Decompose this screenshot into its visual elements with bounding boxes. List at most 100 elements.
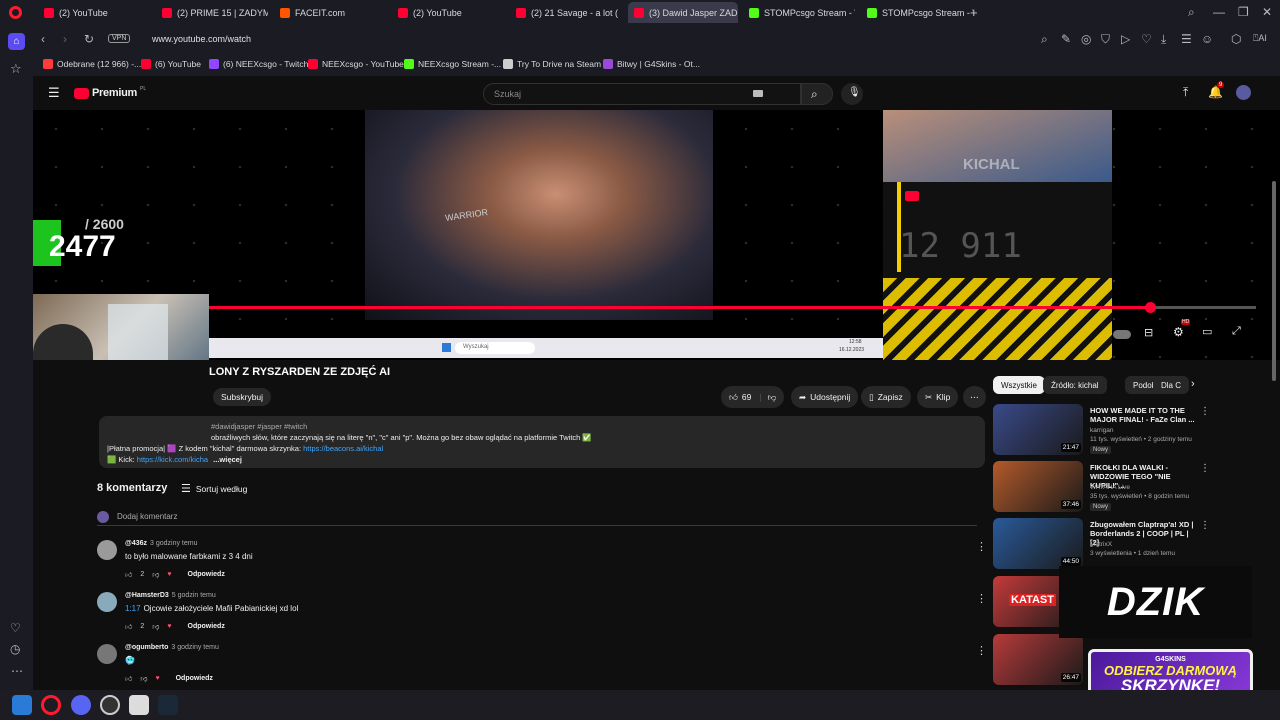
comment-menu-icon[interactable]: ⋮ bbox=[976, 644, 987, 657]
bookmark-item[interactable]: Bitwy | G4Skins - Ot... bbox=[603, 59, 700, 69]
comment-time[interactable]: 3 godziny temu bbox=[171, 644, 218, 651]
menu-icon[interactable]: ☰ bbox=[1181, 32, 1192, 46]
browser-tab[interactable]: (2) YouTube bbox=[392, 2, 504, 23]
recommended-video[interactable]: 44:50 Zbugowałem Claptrap'a! XD | Borderl… bbox=[993, 518, 1213, 570]
comment-author[interactable]: @436z bbox=[125, 540, 147, 547]
comment-dislike-icon[interactable]: 👎︎ bbox=[152, 622, 159, 631]
star-icon[interactable]: ☆ bbox=[10, 61, 22, 77]
browser-tab[interactable]: (2) 21 Savage - a lot ( bbox=[510, 2, 622, 23]
new-tab-button[interactable]: + bbox=[970, 5, 978, 20]
comment-dislike-icon[interactable]: 👎︎ bbox=[140, 674, 147, 683]
theater-mode-icon[interactable]: ▭ bbox=[1202, 325, 1212, 338]
subtitles-icon[interactable]: ⊟ bbox=[1144, 326, 1153, 339]
discord-taskbar-icon[interactable] bbox=[71, 695, 91, 715]
history-icon[interactable]: ◷ bbox=[10, 642, 20, 656]
minimize-icon[interactable]: — bbox=[1213, 5, 1225, 19]
filter-chip[interactable]: Źródło: kichal bbox=[1043, 376, 1107, 394]
bookmark-item[interactable]: NEEXcsgo - YouTube bbox=[308, 59, 404, 69]
home-icon[interactable]: ⌂ bbox=[8, 33, 25, 50]
autoplay-toggle[interactable] bbox=[1113, 330, 1131, 339]
upload-icon[interactable]: ⤒ bbox=[1183, 85, 1188, 100]
kick-link[interactable]: https://kick.com/kicha bbox=[137, 455, 208, 464]
video-thumbnail[interactable]: 37:46 bbox=[993, 461, 1083, 512]
comment-like-icon[interactable]: 👍︎ bbox=[125, 674, 132, 683]
comment-like-icon[interactable]: 👍︎ bbox=[125, 570, 132, 579]
browser-tab[interactable]: (2) PRIME 15 | ZADYMA bbox=[156, 2, 268, 23]
comment-menu-icon[interactable]: ⋮ bbox=[976, 592, 987, 605]
reply-button[interactable]: Odpowiedz bbox=[188, 623, 225, 630]
bookmark-item[interactable]: NEEXcsgo Stream -... bbox=[404, 59, 501, 69]
browser-tab[interactable]: (3) Dawid Jasper ZADO bbox=[628, 2, 738, 23]
youtube-logo[interactable]: Premium PL bbox=[74, 86, 146, 99]
recommended-channel[interactable]: WATAHA Live bbox=[1090, 483, 1210, 492]
bookmark-item[interactable]: Odebrane (12 966) -... bbox=[43, 59, 141, 69]
recommended-channel[interactable]: karrigan bbox=[1090, 426, 1210, 435]
voice-search-button[interactable]: 🎙 bbox=[841, 83, 863, 105]
back-icon[interactable]: ‹ bbox=[41, 32, 45, 46]
avatar[interactable] bbox=[97, 644, 117, 664]
video-thumbnail[interactable]: 21:47 bbox=[993, 404, 1083, 455]
recommended-channel[interactable]: MatrixX bbox=[1090, 540, 1210, 549]
opera-logo-icon[interactable] bbox=[9, 6, 22, 19]
vpn-badge[interactable]: VPN bbox=[108, 34, 131, 43]
filter-chip[interactable]: Wszystkie bbox=[993, 376, 1045, 394]
comment-dislike-icon[interactable]: 👎︎ bbox=[152, 570, 159, 579]
close-icon[interactable]: ✕ bbox=[1262, 5, 1272, 19]
fullscreen-icon[interactable]: ⤢ bbox=[1232, 325, 1241, 338]
comment-author[interactable]: @ogumberto bbox=[125, 644, 168, 651]
page-scrollbar[interactable] bbox=[1272, 181, 1276, 381]
subscribe-button[interactable]: Subskrybuj bbox=[213, 388, 272, 406]
comment-like-icon[interactable]: 👍︎ bbox=[125, 622, 132, 631]
progress-scrubber[interactable] bbox=[1145, 302, 1156, 313]
reply-button[interactable]: Odpowiedz bbox=[188, 571, 225, 578]
tab-search-icon[interactable]: ⌕ bbox=[1188, 5, 1195, 20]
snapshot-icon[interactable]: ✎ bbox=[1061, 32, 1071, 46]
video-player[interactable]: WARRIOR KICHAL 12 911 / 2600 2477 Wyszuk… bbox=[33, 110, 1280, 360]
beacons-link[interactable]: https://beacons.ai/kichal bbox=[303, 444, 383, 453]
more-icon[interactable]: ⋯ bbox=[11, 664, 23, 678]
bookmark-item[interactable]: (6) YouTube bbox=[141, 59, 201, 69]
add-comment-input[interactable]: Dodaj komentarz bbox=[97, 512, 977, 526]
clip-button[interactable]: ✂ Klip bbox=[917, 386, 959, 408]
recommended-menu-icon[interactable]: ⋮ bbox=[1200, 406, 1210, 417]
extension-icon[interactable]: ⬡ bbox=[1231, 32, 1241, 46]
filter-chip[interactable]: Dla C bbox=[1153, 376, 1189, 394]
video-description[interactable]: #dawidjasper #jasper #twitch obraźliwych… bbox=[99, 416, 985, 468]
show-more-link[interactable]: ...więcej bbox=[213, 455, 242, 464]
recommended-title[interactable]: HOW WE MADE IT TO THE MAJOR FINAL! - FaZ… bbox=[1090, 406, 1198, 424]
shield-icon[interactable]: ⛉ bbox=[1101, 32, 1110, 47]
more-actions-button[interactable]: ⋯ bbox=[963, 386, 986, 408]
comment-timestamp-link[interactable]: 1:17 bbox=[125, 604, 141, 613]
heart-icon[interactable]: ♡ bbox=[1141, 32, 1152, 46]
download-icon[interactable]: ⤓ bbox=[1161, 32, 1166, 47]
avatar[interactable] bbox=[97, 540, 117, 560]
browser-tab[interactable]: STOMPcsgo Stream - Wat bbox=[743, 2, 855, 23]
windows-start-icon[interactable] bbox=[12, 695, 32, 715]
avatar[interactable] bbox=[97, 592, 117, 612]
reply-button[interactable]: Odpowiedz bbox=[176, 675, 213, 682]
browser-tab[interactable]: STOMPcsgo Stream - Wat bbox=[861, 2, 973, 23]
steam-taskbar-icon[interactable] bbox=[158, 695, 178, 715]
play-icon[interactable]: ▷ bbox=[1121, 32, 1130, 46]
camera-icon[interactable]: ◎ bbox=[1081, 32, 1091, 46]
comment-time[interactable]: 5 godzin temu bbox=[172, 592, 216, 599]
keyboard-icon[interactable] bbox=[753, 90, 763, 97]
obs-taskbar-icon[interactable] bbox=[100, 695, 120, 715]
settings-gear-icon[interactable]: ⚙ bbox=[1173, 325, 1184, 339]
recommended-menu-icon[interactable]: ⋮ bbox=[1200, 463, 1210, 474]
browser-tab[interactable]: FACEIT.com bbox=[274, 2, 386, 23]
share-button[interactable]: ➦ Udostępnij bbox=[791, 386, 859, 408]
video-thumbnail[interactable]: 44:50 bbox=[993, 518, 1083, 569]
browser-tab[interactable]: (2) YouTube bbox=[38, 2, 150, 23]
bookmark-item[interactable]: Try To Drive na Steam bbox=[503, 59, 601, 69]
comment-author[interactable]: @HamsterD3 bbox=[125, 592, 169, 599]
reload-icon[interactable]: ↻ bbox=[84, 32, 94, 46]
explorer-taskbar-icon[interactable] bbox=[129, 695, 149, 715]
video-thumbnail[interactable]: 26:47 bbox=[993, 634, 1083, 685]
comment-menu-icon[interactable]: ⋮ bbox=[976, 540, 987, 553]
search-icon[interactable]: ⌕ bbox=[1041, 32, 1048, 47]
hamburger-menu-icon[interactable]: ☰ bbox=[48, 85, 60, 101]
recommended-menu-icon[interactable]: ⋮ bbox=[1200, 520, 1210, 531]
like-button[interactable]: 👍︎ 69 | 👎︎ bbox=[721, 386, 785, 408]
thumbs-down-icon[interactable]: 👎︎ bbox=[768, 392, 777, 403]
